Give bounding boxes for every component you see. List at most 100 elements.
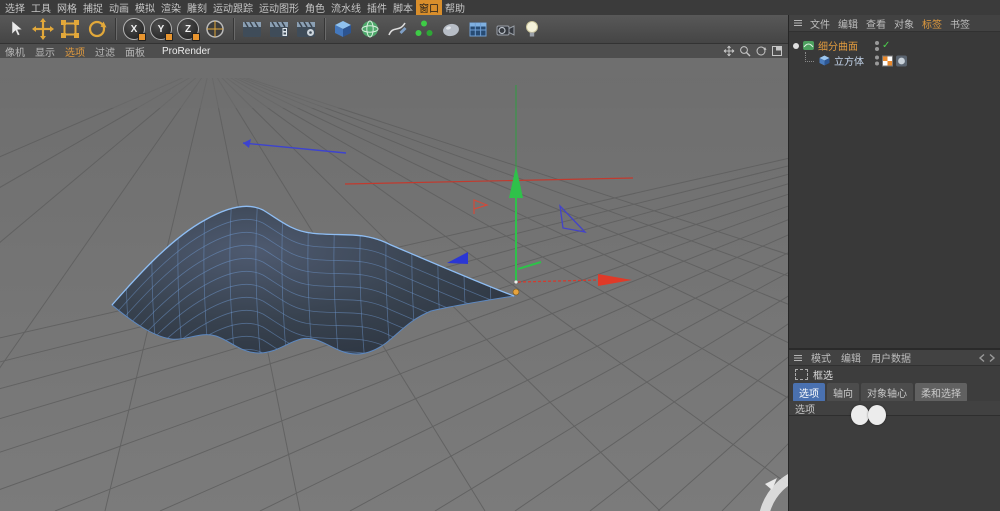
cube-icon bbox=[332, 18, 354, 40]
menu-item-simulate[interactable]: 模拟 bbox=[132, 0, 158, 16]
viewport-menu-display[interactable]: 显示 bbox=[30, 44, 60, 59]
om-menu-objects[interactable]: 对象 bbox=[890, 16, 918, 31]
x-axis-lock-button[interactable]: X bbox=[123, 18, 145, 40]
menu-item-window[interactable]: 窗口 bbox=[416, 0, 442, 16]
object-row-subdivision-surface[interactable]: 细分曲面 ✓ bbox=[789, 38, 1000, 53]
menu-item-sculpt[interactable]: 雕刻 bbox=[184, 0, 210, 16]
axis-badge bbox=[138, 33, 146, 41]
object-toggles: ✓ bbox=[875, 41, 890, 51]
visibility-dots[interactable] bbox=[875, 56, 879, 66]
object-axis-point bbox=[513, 289, 519, 295]
axis-badge bbox=[165, 33, 173, 41]
menu-item-tools[interactable]: 工具 bbox=[28, 0, 54, 16]
forward-arrow-icon[interactable] bbox=[988, 353, 996, 363]
viewport-menu-panel[interactable]: 面板 bbox=[120, 44, 150, 59]
menubar: 选择 工具 网格 捕捉 动画 模拟 渲染 雕刻 运动跟踪 运动图形 角色 流水线… bbox=[0, 0, 1000, 15]
am-menu-edit[interactable]: 编辑 bbox=[836, 350, 866, 365]
live-selection-button[interactable] bbox=[3, 16, 29, 42]
texture-tag-icon[interactable] bbox=[882, 55, 893, 66]
attribute-manager-menubar: 模式 编辑 用户数据 bbox=[789, 350, 1000, 366]
scale-tool-button[interactable] bbox=[57, 16, 83, 42]
y-axis-lock-button[interactable]: Y bbox=[150, 18, 172, 40]
attribute-manager: 模式 编辑 用户数据 框选 选项 轴向 对象轴心 柔和选择 选项 bbox=[789, 348, 1000, 511]
object-manager-menubar: 文件 编辑 查看 对象 标签 书签 bbox=[789, 15, 1000, 32]
tab-object-axis[interactable]: 对象轴心 bbox=[861, 383, 913, 402]
viewport-canvas[interactable] bbox=[0, 58, 788, 511]
om-menu-tags[interactable]: 标签 bbox=[918, 16, 946, 31]
coordinate-system-button[interactable] bbox=[202, 16, 228, 42]
attribute-body bbox=[789, 416, 1000, 511]
menu-item-mograph[interactable]: 运动图形 bbox=[256, 0, 302, 16]
menu-item-snap[interactable]: 捕捉 bbox=[80, 0, 106, 16]
om-menu-edit[interactable]: 编辑 bbox=[834, 16, 862, 31]
menu-item-mesh[interactable]: 网格 bbox=[54, 0, 80, 16]
floor-grid-icon bbox=[467, 18, 489, 40]
z-axis-label: Z bbox=[185, 24, 191, 35]
y-axis-label: Y bbox=[158, 24, 165, 35]
pan-view-icon[interactable] bbox=[723, 45, 735, 57]
orbit-view-icon[interactable] bbox=[755, 45, 767, 57]
z-axis-lock-button[interactable]: Z bbox=[177, 18, 199, 40]
am-history-arrows bbox=[978, 353, 996, 363]
back-arrow-icon[interactable] bbox=[978, 353, 986, 363]
light-button[interactable] bbox=[519, 16, 545, 42]
menu-item-motion-tracker[interactable]: 运动跟踪 bbox=[210, 0, 256, 16]
object-label[interactable]: 细分曲面 bbox=[818, 38, 858, 53]
phong-tag-icon[interactable] bbox=[896, 55, 907, 66]
menu-item-script[interactable]: 脚本 bbox=[390, 0, 416, 16]
active-tool-name: 框选 bbox=[813, 367, 833, 382]
menu-item-animate[interactable]: 动画 bbox=[106, 0, 132, 16]
render-settings-icon bbox=[295, 18, 317, 40]
viewport-menu-camera[interactable]: 像机 bbox=[0, 44, 30, 59]
om-menu-bookmarks[interactable]: 书签 bbox=[946, 16, 974, 31]
enabled-check-icon[interactable]: ✓ bbox=[882, 41, 890, 51]
maximize-view-icon[interactable] bbox=[771, 45, 783, 57]
camera-button[interactable] bbox=[492, 16, 518, 42]
rotate-tool-button[interactable] bbox=[84, 16, 110, 42]
om-menu-view[interactable]: 查看 bbox=[862, 16, 890, 31]
menu-item-plugins[interactable]: 插件 bbox=[364, 0, 390, 16]
object-tree: 细分曲面 ✓ 立方体 bbox=[789, 32, 1000, 348]
add-generator-button[interactable] bbox=[357, 16, 383, 42]
move-icon bbox=[32, 18, 54, 40]
menu-item-select[interactable]: 选择 bbox=[2, 0, 28, 16]
zoom-view-icon[interactable] bbox=[739, 45, 751, 57]
viewport-menu-prorender[interactable]: ProRender bbox=[150, 46, 210, 57]
layer-color-dot[interactable] bbox=[793, 43, 799, 49]
add-spline-button[interactable] bbox=[384, 16, 410, 42]
hamburger-icon[interactable] bbox=[793, 18, 803, 28]
viewport-menu-filter[interactable]: 过滤 bbox=[90, 44, 120, 59]
viewport-menu-options[interactable]: 选项 bbox=[60, 44, 90, 59]
menu-item-pipeline[interactable]: 流水线 bbox=[328, 0, 364, 16]
tab-axis[interactable]: 轴向 bbox=[827, 383, 859, 402]
toolbar-separator bbox=[233, 18, 234, 40]
hamburger-icon[interactable] bbox=[793, 353, 803, 363]
om-menu-file[interactable]: 文件 bbox=[806, 16, 834, 31]
render-to-picture-viewer-button[interactable] bbox=[266, 16, 292, 42]
right-panel: 文件 编辑 查看 对象 标签 书签 细分曲面 ✓ 立方体 bbox=[788, 15, 1000, 511]
subdivision-surface-icon bbox=[802, 39, 815, 52]
object-row-cube[interactable]: 立方体 bbox=[789, 53, 1000, 68]
light-bulb-icon bbox=[521, 18, 543, 40]
object-label[interactable]: 立方体 bbox=[834, 53, 864, 68]
x-axis-label: X bbox=[131, 24, 138, 35]
render-picture-icon bbox=[268, 18, 290, 40]
render-settings-button[interactable] bbox=[293, 16, 319, 42]
visibility-dots[interactable] bbox=[875, 41, 879, 51]
am-menu-user-data[interactable]: 用户数据 bbox=[866, 350, 916, 365]
add-cube-button[interactable] bbox=[330, 16, 356, 42]
tab-options[interactable]: 选项 bbox=[793, 383, 825, 402]
menu-item-help[interactable]: 帮助 bbox=[442, 0, 468, 16]
am-menu-mode[interactable]: 模式 bbox=[806, 350, 836, 365]
menu-item-character[interactable]: 角色 bbox=[302, 0, 328, 16]
render-view-button[interactable] bbox=[239, 16, 265, 42]
mograph-button[interactable] bbox=[411, 16, 437, 42]
tree-connector bbox=[805, 52, 814, 62]
menu-item-render[interactable]: 渲染 bbox=[158, 0, 184, 16]
move-tool-button[interactable] bbox=[30, 16, 56, 42]
environment-button[interactable] bbox=[465, 16, 491, 42]
options-section-header[interactable]: 选项 bbox=[789, 401, 1000, 416]
tab-soft-selection[interactable]: 柔和选择 bbox=[915, 383, 967, 402]
deformer-button[interactable] bbox=[438, 16, 464, 42]
rectangle-selection-icon bbox=[795, 369, 808, 380]
